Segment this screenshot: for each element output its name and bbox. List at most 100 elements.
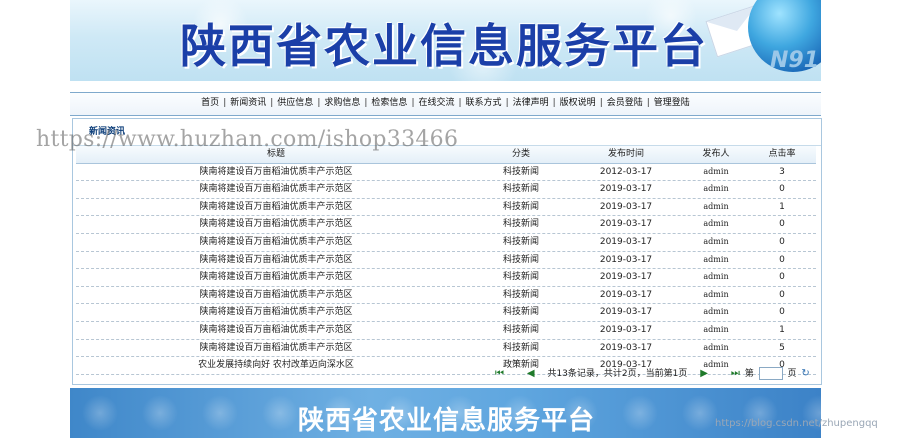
news-category: 科技新闻 bbox=[502, 342, 539, 353]
news-category: 科技新闻 bbox=[502, 219, 539, 230]
news-title-link[interactable]: 陕南将建设百万亩稻油优质丰产示范区 bbox=[76, 216, 476, 233]
news-category: 科技新闻 bbox=[502, 254, 539, 265]
news-clicks: 1 bbox=[779, 201, 785, 212]
nav-item-9[interactable]: 会员登陆 bbox=[603, 98, 647, 108]
news-title-link[interactable]: 陕南将建设百万亩稻油优质丰产示范区 bbox=[76, 164, 476, 181]
news-category: 科技新闻 bbox=[502, 236, 539, 247]
table-row: 陕南将建设百万亩稻油优质丰产示范区 科技新闻 2019-03-17 admin 0 bbox=[76, 252, 816, 270]
news-author: admin bbox=[703, 166, 729, 176]
news-clicks: 0 bbox=[779, 184, 785, 195]
col-header-category: 分类 bbox=[511, 149, 530, 159]
table-row: 陕南将建设百万亩稻油优质丰产示范区 科技新闻 2019-03-17 admin 0 bbox=[76, 269, 816, 287]
news-category: 科技新闻 bbox=[502, 307, 539, 318]
news-author: admin bbox=[703, 219, 729, 229]
col-header-clicks: 点击率 bbox=[768, 149, 796, 159]
table-row: 陕南将建设百万亩稻油优质丰产示范区 科技新闻 2019-03-17 admin 0 bbox=[76, 234, 816, 252]
news-clicks: 0 bbox=[779, 219, 785, 230]
news-clicks: 3 bbox=[779, 166, 785, 177]
table-row: 陕南将建设百万亩稻油优质丰产示范区 科技新闻 2019-03-17 admin 0 bbox=[76, 181, 816, 199]
watermark-text: https://www.huzhan.com/ishop33466 bbox=[36, 127, 459, 152]
table-row: 陕南将建设百万亩稻油优质丰产示范区 科技新闻 2019-03-17 admin 0 bbox=[76, 216, 816, 234]
news-category: 科技新闻 bbox=[502, 201, 539, 212]
news-author: admin bbox=[703, 236, 729, 246]
go-icon[interactable]: ↻ bbox=[801, 366, 809, 382]
table-row: 陕南将建设百万亩稻油优质丰产示范区 科技新闻 2019-03-17 admin 0 bbox=[76, 304, 816, 322]
news-title-link[interactable]: 陕南将建设百万亩稻油优质丰产示范区 bbox=[76, 322, 476, 339]
page-input-prefix: 第 bbox=[744, 369, 754, 379]
news-author: admin bbox=[703, 254, 729, 264]
site-title: 陕西省农业信息服务平台 bbox=[180, 19, 708, 73]
page-number-input[interactable] bbox=[758, 367, 783, 380]
news-date: 2012-03-17 bbox=[599, 166, 653, 177]
news-title-link[interactable]: 陕南将建设百万亩稻油优质丰产示范区 bbox=[76, 304, 476, 321]
pagination: ⏮ ◀ 共13条记录，共计2页，当前第1页 ▶ ⏭ 第 页 ↻ bbox=[485, 366, 810, 382]
col-header-date: 发布时间 bbox=[607, 149, 644, 159]
page-input-suffix: 页 bbox=[787, 369, 797, 379]
news-author: admin bbox=[703, 342, 729, 352]
table-row: 陕南将建设百万亩稻油优质丰产示范区 科技新闻 2019-03-17 admin 1 bbox=[76, 199, 816, 217]
nav-item-5[interactable]: 在线交流 bbox=[414, 98, 458, 108]
news-category: 科技新闻 bbox=[502, 166, 539, 177]
footer-title: 陕西省农业信息服务平台 bbox=[298, 406, 596, 436]
news-date: 2019-03-17 bbox=[599, 324, 653, 335]
news-title-link[interactable]: 农业发展持续向好 农村改革迈向深水区 bbox=[76, 357, 476, 374]
news-category: 科技新闻 bbox=[502, 272, 539, 283]
table-row: 陕南将建设百万亩稻油优质丰产示范区 科技新闻 2019-03-17 admin 0 bbox=[76, 287, 816, 305]
news-clicks: 0 bbox=[779, 307, 785, 318]
news-title-link[interactable]: 陕南将建设百万亩稻油优质丰产示范区 bbox=[76, 340, 476, 357]
news-panel: 新闻资讯 标题 分类 发布时间 发布人 点击率 陕南将建设百万亩稻油优质丰产示范… bbox=[72, 118, 822, 385]
news-title-link[interactable]: 陕南将建设百万亩稻油优质丰产示范区 bbox=[76, 181, 476, 198]
nav-item-0[interactable]: 首页 bbox=[197, 98, 223, 108]
news-title-link[interactable]: 陕南将建设百万亩稻油优质丰产示范区 bbox=[76, 287, 476, 304]
news-date: 2019-03-17 bbox=[599, 272, 653, 283]
news-date: 2019-03-17 bbox=[599, 342, 653, 353]
banner-number-graphic: N91 bbox=[770, 48, 820, 73]
news-date: 2019-03-17 bbox=[599, 219, 653, 230]
main-nav: 首页 | 新闻资讯 | 供应信息 | 求购信息 | 检索信息 | 在线交流 | 联系方式 | 法律声明 | 版权… bbox=[70, 92, 821, 116]
pagination-summary: 共13条记录，共计2页，当前第1页 bbox=[547, 369, 688, 379]
news-author: admin bbox=[703, 289, 729, 299]
nav-item-3[interactable]: 求购信息 bbox=[320, 98, 364, 108]
news-author: admin bbox=[703, 324, 729, 334]
news-author: admin bbox=[703, 307, 729, 317]
nav-item-6[interactable]: 联系方式 bbox=[462, 98, 506, 108]
table-row: 陕南将建设百万亩稻油优质丰产示范区 科技新闻 2019-03-17 admin 1 bbox=[76, 322, 816, 340]
news-title-link[interactable]: 陕南将建设百万亩稻油优质丰产示范区 bbox=[76, 269, 476, 286]
news-date: 2019-03-17 bbox=[599, 201, 653, 212]
nav-item-7[interactable]: 法律声明 bbox=[509, 98, 553, 108]
page-wrapper: 陕西省农业信息服务平台 N91 首页 | 新闻资讯 | 供应信息 | 求购信息 | 检索信息 | 在… bbox=[70, 0, 822, 438]
news-clicks: 1 bbox=[779, 324, 785, 335]
news-date: 2019-03-17 bbox=[599, 184, 653, 195]
table-row: 陕南将建设百万亩稻油优质丰产示范区 科技新闻 2019-03-17 admin 5 bbox=[76, 340, 816, 358]
news-date: 2019-03-17 bbox=[599, 236, 653, 247]
news-author: admin bbox=[703, 272, 729, 282]
news-title-link[interactable]: 陕南将建设百万亩稻油优质丰产示范区 bbox=[76, 199, 476, 216]
news-date: 2019-03-17 bbox=[599, 254, 653, 265]
nav-item-8[interactable]: 版权说明 bbox=[556, 98, 600, 108]
first-page-icon[interactable]: ⏮ bbox=[495, 366, 504, 382]
nav-item-1[interactable]: 新闻资讯 bbox=[226, 98, 270, 108]
news-clicks: 0 bbox=[779, 289, 785, 300]
last-page-icon[interactable]: ⏭ bbox=[731, 366, 740, 382]
news-title-link[interactable]: 陕南将建设百万亩稻油优质丰产示范区 bbox=[76, 234, 476, 251]
nav-item-10[interactable]: 管理登陆 bbox=[650, 98, 694, 108]
next-page-icon[interactable]: ▶ bbox=[700, 366, 708, 382]
news-date: 2019-03-17 bbox=[599, 307, 653, 318]
news-clicks: 0 bbox=[779, 254, 785, 265]
news-clicks: 0 bbox=[779, 236, 785, 247]
nav-item-4[interactable]: 检索信息 bbox=[367, 98, 411, 108]
news-category: 科技新闻 bbox=[502, 324, 539, 335]
prev-page-icon[interactable]: ◀ bbox=[527, 366, 535, 382]
table-row: 陕南将建设百万亩稻油优质丰产示范区 科技新闻 2012-03-17 admin 3 bbox=[76, 164, 816, 182]
header-banner: 陕西省农业信息服务平台 N91 bbox=[70, 0, 821, 81]
col-header-author: 发布人 bbox=[702, 149, 730, 159]
footer-banner: 陕西省农业信息服务平台 bbox=[70, 388, 821, 438]
nav-item-2[interactable]: 供应信息 bbox=[273, 98, 317, 108]
news-date: 2019-03-17 bbox=[599, 289, 653, 300]
corner-watermark: https://blog.csdn.net/zhupengqq bbox=[715, 418, 878, 429]
news-title-link[interactable]: 陕南将建设百万亩稻油优质丰产示范区 bbox=[76, 252, 476, 269]
news-author: admin bbox=[703, 184, 729, 194]
news-category: 科技新闻 bbox=[502, 184, 539, 195]
news-clicks: 0 bbox=[779, 272, 785, 283]
news-table: 标题 分类 发布时间 发布人 点击率 陕南将建设百万亩稻油优质丰产示范区 科技新闻… bbox=[76, 146, 816, 375]
